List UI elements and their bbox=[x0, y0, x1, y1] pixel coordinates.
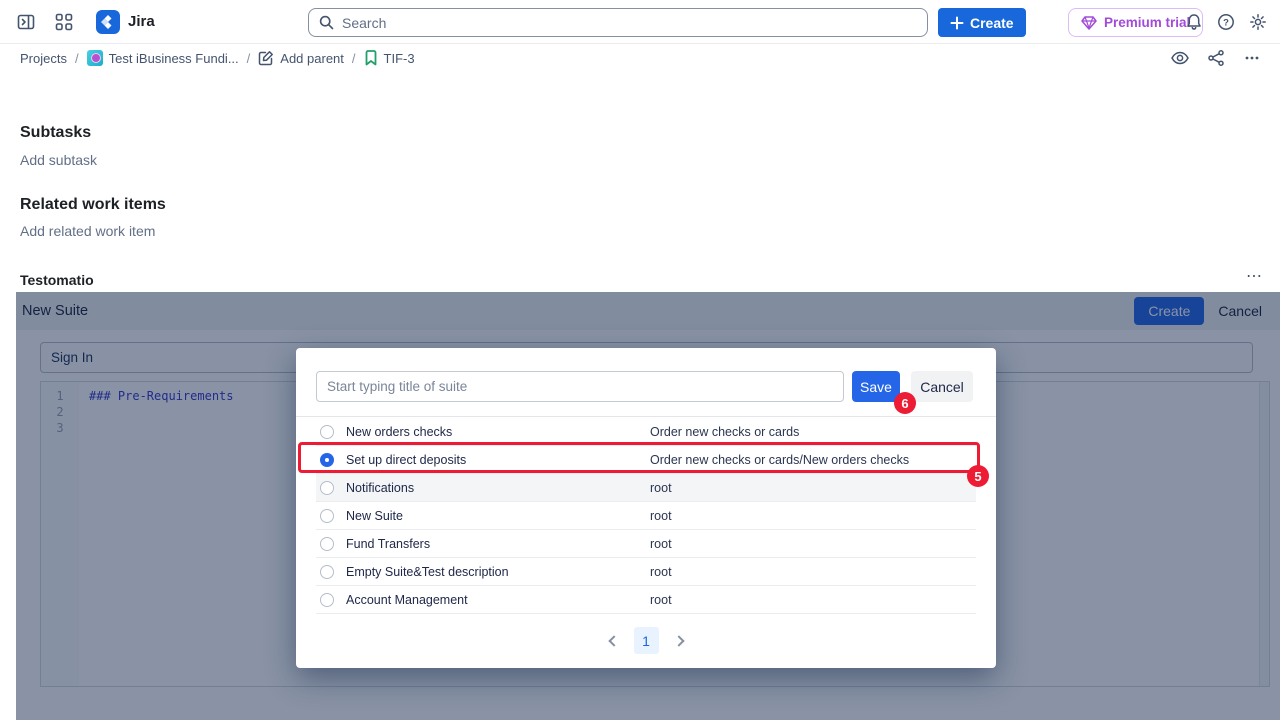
breadcrumb-add-parent[interactable]: Add parent bbox=[258, 50, 344, 66]
more-actions-button[interactable] bbox=[1236, 42, 1268, 74]
search-icon bbox=[319, 15, 334, 30]
annotation-step-badge-5: 5 bbox=[967, 465, 989, 487]
add-subtask-link[interactable]: Add subtask bbox=[20, 152, 97, 168]
suite-title-input[interactable] bbox=[316, 371, 844, 402]
suite-row-new-suite[interactable]: New Suite root bbox=[316, 502, 976, 530]
jira-page: Jira Create Premium trial bbox=[0, 0, 1280, 720]
project-avatar-icon bbox=[87, 50, 103, 66]
related-items-heading: Related work items bbox=[20, 196, 166, 214]
breadcrumb-projects[interactable]: Projects bbox=[20, 51, 67, 66]
suite-row-new-orders-checks[interactable]: New orders checks Order new checks or ca… bbox=[316, 418, 976, 446]
page-1-button[interactable]: 1 bbox=[634, 627, 659, 654]
radio-icon[interactable] bbox=[320, 565, 334, 579]
modal-header: Save Cancel bbox=[296, 348, 996, 417]
breadcrumb: Projects / Test iBusiness Fundi... / Add… bbox=[20, 50, 415, 66]
eye-icon bbox=[1170, 48, 1190, 68]
radio-icon[interactable] bbox=[320, 593, 334, 607]
gear-icon bbox=[1249, 13, 1267, 31]
testomatio-heading: Testomatio bbox=[20, 272, 94, 288]
subtasks-heading: Subtasks bbox=[20, 124, 91, 142]
next-page-icon[interactable] bbox=[673, 635, 684, 646]
watch-button[interactable] bbox=[1164, 42, 1196, 74]
save-button[interactable]: Save bbox=[852, 371, 900, 402]
bell-icon bbox=[1185, 13, 1203, 31]
jira-home-link[interactable]: Jira bbox=[96, 10, 155, 34]
top-navigation: Jira Create Premium trial bbox=[0, 0, 1280, 44]
modal-cancel-button[interactable]: Cancel bbox=[911, 371, 973, 402]
previous-page-icon[interactable] bbox=[608, 635, 619, 646]
plus-icon bbox=[950, 16, 964, 30]
pagination: 1 bbox=[296, 627, 996, 654]
edit-icon bbox=[258, 50, 274, 66]
search-input[interactable] bbox=[342, 15, 917, 31]
app-title: Jira bbox=[128, 13, 155, 30]
select-suite-modal: Save Cancel New orders checks Order new … bbox=[296, 348, 996, 668]
suite-list: New orders checks Order new checks or ca… bbox=[316, 418, 976, 614]
suite-row-empty-suite[interactable]: Empty Suite&Test description root bbox=[316, 558, 976, 586]
radio-icon[interactable] bbox=[320, 425, 334, 439]
svg-text:?: ? bbox=[1223, 17, 1229, 28]
suite-row-account-management[interactable]: Account Management root bbox=[316, 586, 976, 614]
create-button-label: Create bbox=[970, 15, 1014, 31]
ellipsis-icon bbox=[1243, 49, 1261, 67]
radio-icon[interactable] bbox=[320, 509, 334, 523]
sidebar-expand-icon bbox=[16, 12, 36, 32]
share-icon bbox=[1207, 49, 1225, 67]
add-related-item-link[interactable]: Add related work item bbox=[20, 223, 155, 239]
app-switcher-button[interactable] bbox=[48, 6, 80, 38]
testomatio-more-button[interactable]: ⋯ bbox=[1246, 266, 1264, 286]
question-icon: ? bbox=[1217, 13, 1235, 31]
breadcrumb-bar: Projects / Test iBusiness Fundi... / Add… bbox=[0, 44, 1280, 72]
suite-row-notifications[interactable]: Notifications root bbox=[316, 474, 976, 502]
radio-icon[interactable] bbox=[320, 537, 334, 551]
help-button[interactable]: ? bbox=[1210, 6, 1242, 38]
radio-icon[interactable] bbox=[320, 481, 334, 495]
share-button[interactable] bbox=[1200, 42, 1232, 74]
settings-button[interactable] bbox=[1242, 6, 1274, 38]
suite-row-set-up-direct-deposits[interactable]: Set up direct deposits Order new checks … bbox=[316, 446, 976, 474]
suite-row-fund-transfers[interactable]: Fund Transfers root bbox=[316, 530, 976, 558]
gem-icon bbox=[1081, 16, 1097, 30]
breadcrumb-issue-key[interactable]: TIF-3 bbox=[364, 50, 415, 66]
create-button[interactable]: Create bbox=[938, 8, 1026, 37]
app-grid-icon bbox=[55, 13, 73, 31]
sidebar-toggle-button[interactable] bbox=[10, 6, 42, 38]
radio-selected-icon[interactable] bbox=[320, 453, 334, 467]
story-bookmark-icon bbox=[364, 50, 378, 66]
global-search[interactable] bbox=[308, 8, 928, 37]
breadcrumb-project[interactable]: Test iBusiness Fundi... bbox=[87, 50, 239, 66]
annotation-step-badge-6: 6 bbox=[894, 392, 916, 414]
jira-logo-icon bbox=[96, 10, 120, 34]
notifications-button[interactable] bbox=[1178, 6, 1210, 38]
